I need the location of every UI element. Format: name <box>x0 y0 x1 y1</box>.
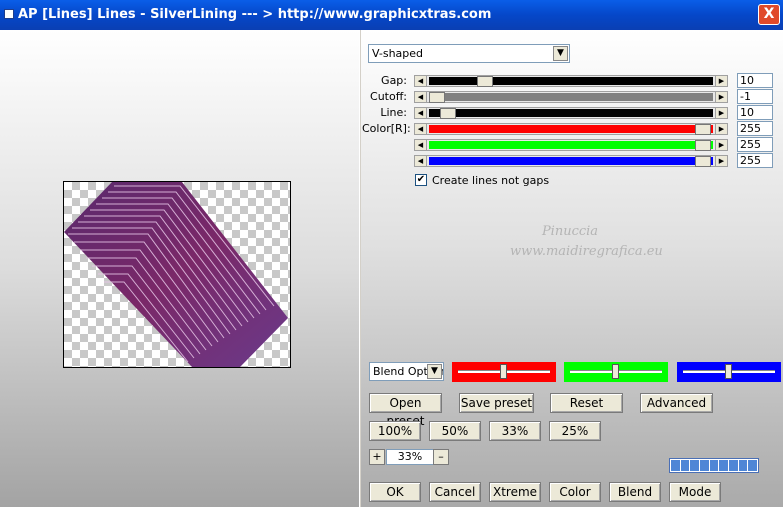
preview-artwork <box>64 182 288 367</box>
reset-button[interactable]: Reset <box>550 393 623 413</box>
blend-options-select[interactable]: Blend Options ▼ <box>369 362 444 381</box>
progress-segment <box>690 460 700 471</box>
slider-thumb[interactable] <box>429 92 445 103</box>
slider[interactable]: ◀ ▶ <box>414 91 728 103</box>
window-title: AP [Lines] Lines - SilverLining --- > ht… <box>18 7 492 22</box>
zoom-25-button[interactable]: 25% <box>549 421 601 441</box>
slider-thumb[interactable] <box>439 108 456 119</box>
arrow-left-icon[interactable]: ◀ <box>415 92 427 102</box>
mode-dropdown[interactable]: V-shaped ▼ <box>368 44 570 63</box>
cancel-button[interactable]: Cancel <box>429 482 481 502</box>
arrow-left-icon[interactable]: ◀ <box>415 76 427 86</box>
slider[interactable]: ◀ ▶ <box>414 155 728 167</box>
slider-value-field[interactable]: -1 <box>737 89 773 104</box>
progress-segment <box>709 460 719 471</box>
arrow-right-icon[interactable]: ▶ <box>715 140 727 150</box>
channel-slider[interactable] <box>564 362 668 382</box>
watermark: Pinuccia www.maidiregrafica.eu <box>510 222 663 262</box>
zoom-out-button[interactable]: – <box>433 449 449 465</box>
slider-label: Line: <box>380 106 407 119</box>
mode-dropdown-value: V-shaped <box>372 47 424 60</box>
zoom-50-button[interactable]: 50% <box>429 421 481 441</box>
zoom-in-button[interactable]: + <box>369 449 385 465</box>
progress-segment <box>671 460 680 471</box>
slider-value-field[interactable]: 255 <box>737 121 773 136</box>
watermark-url: www.maidiregrafica.eu <box>510 244 663 259</box>
slider-track[interactable] <box>429 76 713 87</box>
slider-label: Cutoff: <box>370 90 407 103</box>
arrow-left-icon[interactable]: ◀ <box>415 124 427 134</box>
slider-label: Color[R]: <box>362 122 411 135</box>
arrow-right-icon[interactable]: ▶ <box>715 92 727 102</box>
slider-track[interactable] <box>429 92 713 103</box>
slider[interactable]: ◀ ▶ <box>414 139 728 151</box>
progress-segment <box>748 460 758 471</box>
slider-value-field[interactable]: 255 <box>737 137 773 152</box>
title-bar: AP [Lines] Lines - SilverLining --- > ht… <box>0 0 783 30</box>
close-button[interactable]: X <box>758 4 780 25</box>
zoom-33-button[interactable]: 33% <box>489 421 541 441</box>
check-icon: ✔ <box>416 174 426 185</box>
ok-button[interactable]: OK <box>369 482 421 502</box>
progress-segment <box>738 460 748 471</box>
progress-segment <box>700 460 709 471</box>
channel-slider[interactable] <box>452 362 556 382</box>
slider-label: Gap: <box>381 74 407 87</box>
watermark-name: Pinuccia <box>541 224 599 239</box>
save-preset-button[interactable]: Save preset <box>459 393 534 413</box>
slider[interactable]: ◀ ▶ <box>414 107 728 119</box>
progress-segment <box>719 460 729 471</box>
arrow-left-icon[interactable]: ◀ <box>415 156 427 166</box>
slider-thumb[interactable] <box>695 124 711 135</box>
blend-button[interactable]: Blend <box>609 482 661 502</box>
advanced-button[interactable]: Advanced <box>640 393 713 413</box>
open-preset-button[interactable]: Open preset <box>369 393 442 428</box>
arrow-right-icon[interactable]: ▶ <box>715 156 727 166</box>
arrow-left-icon[interactable]: ◀ <box>415 108 427 118</box>
slider-track[interactable] <box>429 108 713 119</box>
xtreme-button[interactable]: Xtreme <box>489 482 541 502</box>
preview-image <box>63 181 291 368</box>
slider-thumb[interactable] <box>695 140 711 151</box>
zoom-field[interactable]: 33% <box>386 449 434 465</box>
slider-track[interactable] <box>429 140 713 151</box>
arrow-right-icon[interactable]: ▶ <box>715 124 727 134</box>
slider-value-field[interactable]: 10 <box>737 73 773 88</box>
arrow-right-icon[interactable]: ▶ <box>715 76 727 86</box>
arrow-right-icon[interactable]: ▶ <box>715 108 727 118</box>
create-lines-checkbox[interactable]: ✔ <box>415 174 427 186</box>
mode-button[interactable]: Mode <box>669 482 721 502</box>
slider-value-field[interactable]: 10 <box>737 105 773 120</box>
app-icon[interactable] <box>4 9 14 19</box>
progress-segment <box>729 460 738 471</box>
arrow-left-icon[interactable]: ◀ <box>415 140 427 150</box>
progress-bar <box>669 458 759 473</box>
slider-value-field[interactable]: 255 <box>737 153 773 168</box>
slider[interactable]: ◀ ▶ <box>414 123 728 135</box>
slider-track[interactable] <box>429 124 713 135</box>
channel-slider[interactable] <box>677 362 781 382</box>
slider-thumb[interactable] <box>477 76 494 87</box>
color-button[interactable]: Color <box>549 482 601 502</box>
chevron-down-icon[interactable]: ▼ <box>553 46 568 61</box>
slider[interactable]: ◀ ▶ <box>414 75 728 87</box>
channel-slider-thumb[interactable] <box>725 364 732 379</box>
create-lines-label: Create lines not gaps <box>432 174 550 187</box>
channel-slider-thumb[interactable] <box>500 364 507 379</box>
slider-track[interactable] <box>429 156 713 167</box>
zoom-100-button[interactable]: 100% <box>369 421 421 441</box>
progress-segment <box>680 460 690 471</box>
slider-thumb[interactable] <box>695 156 711 167</box>
channel-slider-thumb[interactable] <box>612 364 619 379</box>
chevron-down-icon[interactable]: ▼ <box>427 364 442 379</box>
